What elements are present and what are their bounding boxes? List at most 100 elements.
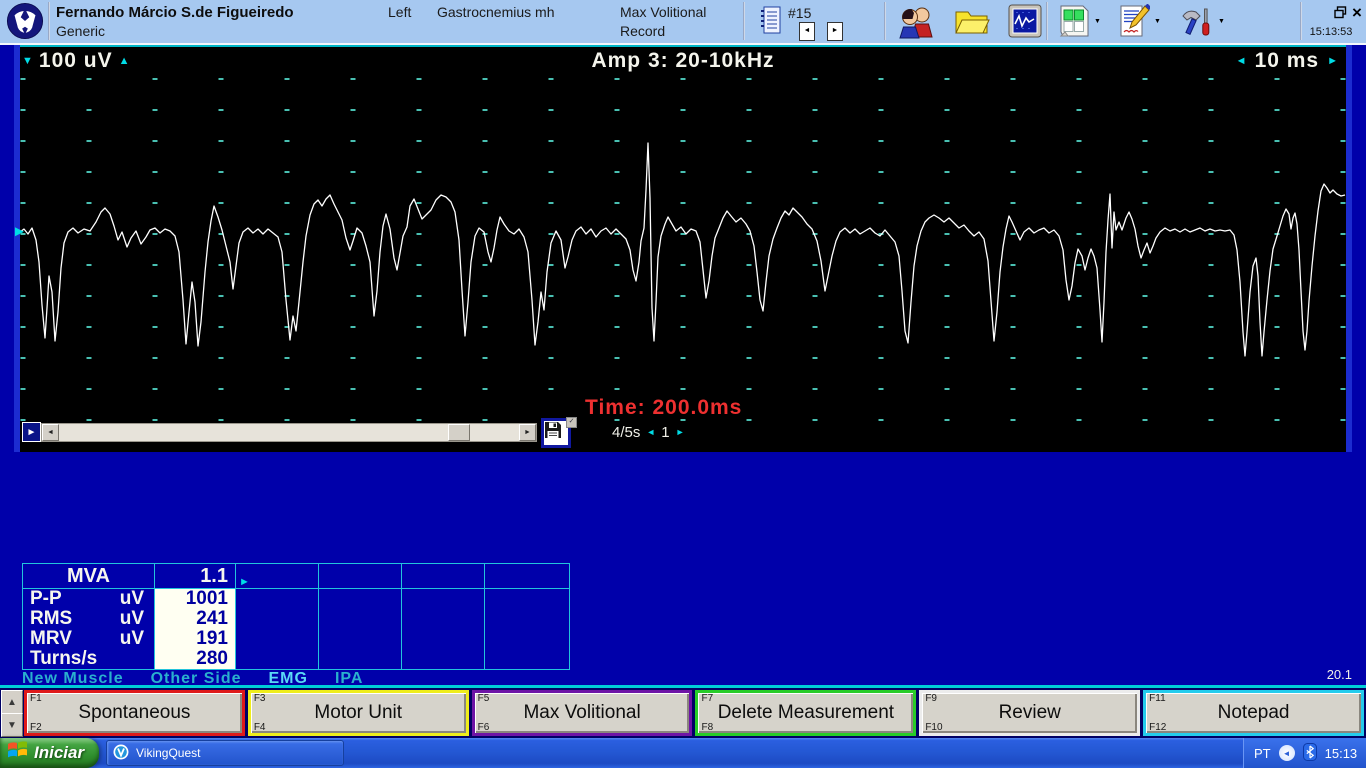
sensitivity-increase-icon[interactable]: ▲	[119, 56, 130, 67]
fkey-label: Notepad	[1218, 702, 1290, 724]
measurement-empty-column	[402, 589, 485, 669]
measurement-empty-column	[236, 589, 319, 669]
timebase-decrease-icon[interactable]: ◄	[1236, 56, 1247, 67]
save-option-checkbox[interactable]: ✓	[566, 417, 577, 428]
task-button-label: VikingQuest	[136, 746, 200, 760]
fkey-notepad[interactable]: F11 F12 Notepad	[1143, 690, 1364, 736]
fkey-motor-unit[interactable]: F3 F4 Motor Unit	[248, 690, 469, 736]
timebase-increase-icon[interactable]: ►	[1327, 56, 1338, 67]
tools-dropdown-icon[interactable]: ▼	[1218, 18, 1225, 25]
sensitivity-label: 100 uV	[39, 49, 113, 73]
app-logo-icon	[6, 2, 44, 45]
report-editor-icon[interactable]	[1118, 4, 1150, 43]
fkey-label: Max Volitional	[523, 702, 640, 724]
acquisition-screen-icon[interactable]	[1008, 4, 1042, 43]
toolbar-separator	[1046, 2, 1048, 40]
scrollbar-left-icon[interactable]: ◄	[42, 424, 59, 441]
tray-collapse-icon[interactable]: ◄	[1279, 745, 1295, 761]
toolbar-clock: 15:13:53	[1300, 26, 1362, 38]
tools-icon[interactable]	[1180, 7, 1214, 42]
measurement-header-value: 1.1	[155, 564, 236, 589]
report-editor-dropdown-icon[interactable]: ▼	[1154, 18, 1161, 25]
notebook-icon[interactable]	[760, 6, 781, 40]
muscle-label: Gastrocnemius mh	[437, 4, 554, 20]
measurement-label: MRVuV	[23, 629, 154, 649]
fkey-bank-down-button[interactable]: ▼	[1, 713, 23, 737]
start-button[interactable]: Iniciar	[0, 738, 99, 768]
scrollbar-right-icon[interactable]: ►	[519, 424, 536, 441]
windows-taskbar: Iniciar VikingQuest PT ◄ 15:13	[0, 738, 1366, 768]
patient-info-icon[interactable]	[898, 4, 936, 44]
fkey-top-label: F1	[30, 693, 42, 704]
measurement-label: P-PuV	[23, 589, 154, 609]
function-key-bar: ▲ ▼ F1 F2 Spontaneous F3 F4 Motor Unit F…	[0, 688, 1366, 738]
sensitivity-decrease-icon[interactable]: ▼	[22, 56, 33, 67]
measurement-labels-column: P-PuV RMSuV MRVuV Turns/s	[23, 589, 155, 669]
measurement-values-column[interactable]: 1001 241 191 280	[155, 589, 236, 669]
sweep-next-icon[interactable]: ►	[676, 427, 685, 438]
sweep-page-number: 1	[661, 424, 669, 441]
fkey-top-label: F11	[1149, 693, 1166, 704]
app-window: Fernando Márcio S.de Figueiredo Generic …	[0, 0, 1366, 768]
fkey-bottom-label: F6	[478, 722, 490, 733]
scrollbar-thumb[interactable]	[448, 424, 470, 441]
measurement-header-empty	[485, 564, 569, 589]
measurement-header-label: MVA	[23, 564, 155, 589]
taskbar-task-vikingquest[interactable]: VikingQuest	[106, 740, 344, 766]
sweep-prev-icon[interactable]: ◄	[646, 427, 655, 438]
scope-top-border	[14, 45, 1352, 47]
fkey-top-label: F5	[478, 693, 490, 704]
measurement-empty-column	[485, 589, 569, 669]
fkey-max-volitional[interactable]: F5 F6 Max Volitional	[472, 690, 693, 736]
fkey-delete-measurement[interactable]: F7 F8 Delete Measurement	[695, 690, 916, 736]
fkey-bottom-label: F10	[925, 722, 942, 733]
function-keys: F1 F2 Spontaneous F3 F4 Motor Unit F5 F6…	[24, 690, 1364, 736]
measurement-header-empty: ►	[236, 564, 319, 589]
sensitivity-control: ▼ 100 uV ▲	[22, 49, 130, 73]
measurement-header-empty	[402, 564, 485, 589]
fkey-top-label: F9	[925, 693, 937, 704]
start-button-label: Iniciar	[34, 743, 84, 763]
toolbar-separator	[743, 2, 745, 40]
close-button[interactable]: ×	[1352, 6, 1362, 20]
fkey-label: Review	[999, 702, 1061, 724]
windows-flag-icon	[7, 741, 28, 766]
open-folder-icon[interactable]	[954, 8, 990, 40]
sweep-fraction: 4/5s	[612, 424, 640, 441]
scope-right-border	[1346, 45, 1352, 452]
sweep-scrollbar[interactable]: ◄ ►	[41, 423, 537, 442]
fkey-spontaneous[interactable]: F1 F2 Spontaneous	[24, 690, 245, 736]
sweep-time-annotation: Time: 200.0ms	[585, 396, 742, 420]
protocol-label: Generic	[56, 23, 105, 39]
fkey-review[interactable]: F9 F10 Review	[919, 690, 1140, 736]
trace-baseline-marker-icon: ►	[12, 223, 27, 240]
screen-layout-icon[interactable]	[1058, 5, 1090, 42]
language-indicator[interactable]: PT	[1254, 746, 1271, 761]
fkey-bank-up-button[interactable]: ▲	[1, 690, 23, 714]
toolbar-separator	[48, 2, 50, 40]
previous-note-button[interactable]: ◄	[799, 22, 815, 41]
system-tray: PT ◄ 15:13	[1243, 738, 1366, 768]
screen-layout-dropdown-icon[interactable]: ▼	[1094, 18, 1101, 25]
sweep-play-button[interactable]: ►	[22, 422, 41, 442]
fkey-label: Motor Unit	[314, 702, 402, 724]
fkey-label: Spontaneous	[78, 702, 190, 724]
version-number: 20.1	[1300, 667, 1352, 682]
measurement-header-empty	[319, 564, 402, 589]
fkey-top-label: F3	[254, 693, 266, 704]
restore-button[interactable]	[1334, 6, 1347, 24]
tray-clock: 15:13	[1325, 746, 1358, 761]
fkey-bottom-label: F2	[30, 722, 42, 733]
fkey-top-label: F7	[701, 693, 713, 704]
fkey-bottom-label: F12	[1149, 722, 1166, 733]
measurement-label: Turns/s	[23, 649, 154, 669]
measurement-value: 1001	[155, 589, 235, 609]
timebase-control: ◄ 10 ms ►	[1236, 49, 1338, 73]
mode-label: Record	[620, 23, 665, 39]
fkey-bottom-label: F8	[701, 722, 713, 733]
measurement-value: 241	[155, 609, 235, 629]
patient-name: Fernando Márcio S.de Figueiredo	[56, 4, 294, 21]
next-note-button[interactable]: ►	[827, 22, 843, 41]
bluetooth-icon[interactable]	[1303, 743, 1317, 764]
scope-left-border	[14, 45, 20, 452]
